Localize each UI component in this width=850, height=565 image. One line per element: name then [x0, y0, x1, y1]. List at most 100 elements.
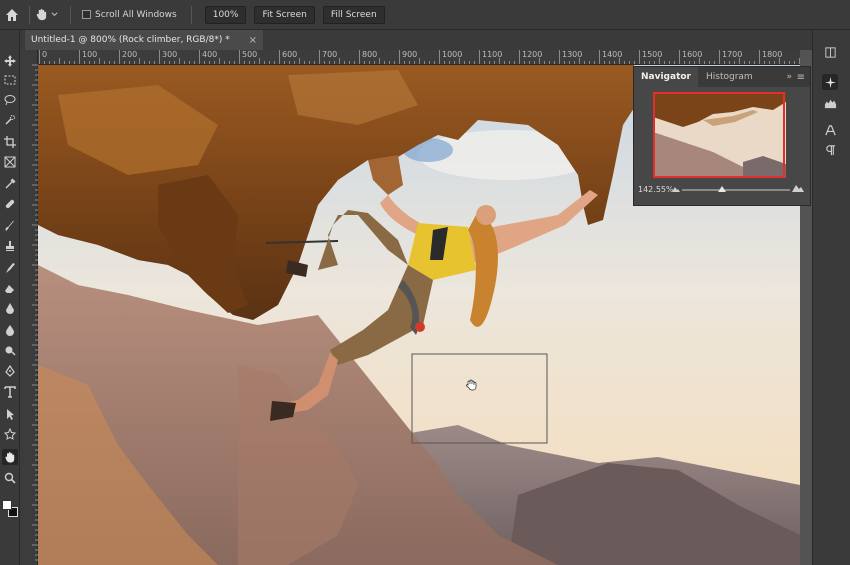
ruler-minor-tick	[54, 61, 55, 64]
tab-navigator[interactable]: Navigator	[634, 67, 698, 87]
ruler-minor-tick	[519, 58, 520, 64]
hand-icon[interactable]	[2, 449, 18, 465]
ruler-minor-tick	[574, 61, 575, 64]
ruler-minor-tick	[729, 61, 730, 64]
blur-icon[interactable]	[2, 322, 18, 338]
ruler-minor-tick	[124, 61, 125, 64]
ruler-minor-tick	[364, 61, 365, 64]
tool-preset-picker[interactable]	[35, 8, 65, 21]
home-icon[interactable]	[0, 0, 24, 30]
ruler-minor-tick	[719, 58, 720, 64]
ruler-minor-tick	[104, 61, 105, 64]
ruler-minor-tick	[379, 58, 380, 64]
navigator-thumbnail[interactable]	[653, 92, 786, 178]
horizontal-ruler[interactable]: 0 100 200 300 400 500 600 700 800 900 1000 1100 1200…	[38, 50, 800, 65]
tools-panel	[0, 30, 20, 565]
ruler-minor-tick	[439, 58, 440, 64]
panel-menu-icon[interactable]: ≡	[797, 72, 805, 83]
navigator-zoom-value[interactable]: 142.55%	[638, 185, 674, 194]
ruler-minor-tick	[459, 58, 460, 64]
ruler-minor-tick	[254, 61, 255, 64]
ruler-minor-tick	[444, 61, 445, 64]
ruler-minor-tick	[654, 61, 655, 64]
ruler-minor-tick	[169, 61, 170, 64]
ruler-minor-tick	[39, 58, 40, 64]
ruler-minor-tick	[244, 61, 245, 64]
ruler-minor-tick	[354, 61, 355, 64]
scroll-all-windows-checkbox[interactable]: Scroll All Windows	[82, 10, 177, 20]
dodge-icon[interactable]	[2, 342, 18, 358]
ruler-minor-tick	[424, 61, 425, 64]
stamp-icon[interactable]	[2, 238, 18, 254]
ruler-minor-tick	[774, 61, 775, 64]
navigator-panel-icon[interactable]	[822, 74, 838, 90]
zoom-icon[interactable]	[2, 470, 18, 486]
zoom-100-button[interactable]: 100%	[204, 5, 247, 24]
ruler-minor-tick	[404, 61, 405, 64]
eraser-icon[interactable]	[2, 280, 18, 296]
fill-screen-button[interactable]: Fill Screen	[322, 5, 385, 24]
ruler-minor-tick	[639, 58, 640, 64]
marquee-icon[interactable]	[2, 72, 18, 88]
ruler-minor-tick	[204, 61, 205, 64]
fit-screen-button[interactable]: Fit Screen	[254, 5, 315, 24]
document-tab[interactable]: Untitled-1 @ 800% (Rock climber, RGB/8*)…	[25, 30, 263, 50]
ruler-minor-tick	[784, 61, 785, 64]
ruler-minor-tick	[309, 61, 310, 64]
zoom-in-icon[interactable]	[792, 184, 804, 192]
frame-icon[interactable]	[2, 154, 18, 170]
ruler-minor-tick	[194, 61, 195, 64]
ruler-minor-tick	[149, 61, 150, 64]
navigator-view-box[interactable]	[653, 92, 785, 178]
quick-select-icon[interactable]	[2, 112, 18, 128]
path-select-icon[interactable]	[2, 406, 18, 422]
ruler-minor-tick	[534, 61, 535, 64]
ruler-minor-tick	[59, 58, 60, 64]
ruler-minor-tick	[184, 61, 185, 64]
ruler-minor-tick	[264, 61, 265, 64]
paragraph-panel-icon[interactable]	[822, 142, 838, 158]
healing-icon[interactable]	[2, 196, 18, 212]
character-panel-icon[interactable]	[822, 122, 838, 138]
brush-icon[interactable]	[2, 218, 18, 234]
crop-icon[interactable]	[2, 134, 18, 150]
navigator-zoom-slider[interactable]	[682, 186, 790, 192]
zoom-out-icon[interactable]	[672, 186, 680, 192]
type-icon[interactable]	[2, 384, 18, 400]
ruler-minor-tick	[69, 61, 70, 64]
ruler-minor-tick	[759, 58, 760, 64]
ruler-minor-tick	[689, 61, 690, 64]
lasso-icon[interactable]	[2, 92, 18, 108]
ruler-minor-tick	[409, 61, 410, 64]
shape-icon[interactable]	[2, 426, 18, 442]
ruler-minor-tick	[384, 61, 385, 64]
ruler-minor-tick	[509, 61, 510, 64]
ruler-minor-tick	[684, 61, 685, 64]
move-icon[interactable]	[2, 53, 18, 69]
ruler-minor-tick	[274, 61, 275, 64]
gradient-icon[interactable]	[2, 300, 18, 316]
history-brush-icon[interactable]	[2, 260, 18, 276]
pen-icon[interactable]	[2, 363, 18, 379]
foreground-color-swatch[interactable]	[2, 500, 12, 510]
tab-histogram[interactable]: Histogram	[698, 72, 761, 82]
ruler-minor-tick	[624, 61, 625, 64]
close-icon[interactable]: ×	[249, 35, 257, 46]
ruler-minor-tick	[79, 58, 80, 64]
ruler-minor-tick	[629, 61, 630, 64]
ruler-minor-tick	[609, 61, 610, 64]
libraries-icon[interactable]	[822, 44, 838, 60]
collapse-panel-icon[interactable]: »	[786, 72, 792, 82]
color-swatches[interactable]	[2, 500, 18, 518]
ruler-minor-tick	[259, 58, 260, 64]
ruler-minor-tick	[474, 61, 475, 64]
histogram-panel-icon[interactable]	[822, 94, 838, 110]
ruler-minor-tick	[414, 61, 415, 64]
navigator-zoom-slider-handle[interactable]	[717, 186, 726, 192]
ruler-minor-tick	[699, 58, 700, 64]
checkbox-box[interactable]	[82, 10, 91, 19]
ruler-minor-tick	[769, 61, 770, 64]
ruler-minor-tick	[484, 61, 485, 64]
eyedropper-icon[interactable]	[2, 176, 18, 192]
vertical-ruler[interactable]	[20, 50, 38, 565]
